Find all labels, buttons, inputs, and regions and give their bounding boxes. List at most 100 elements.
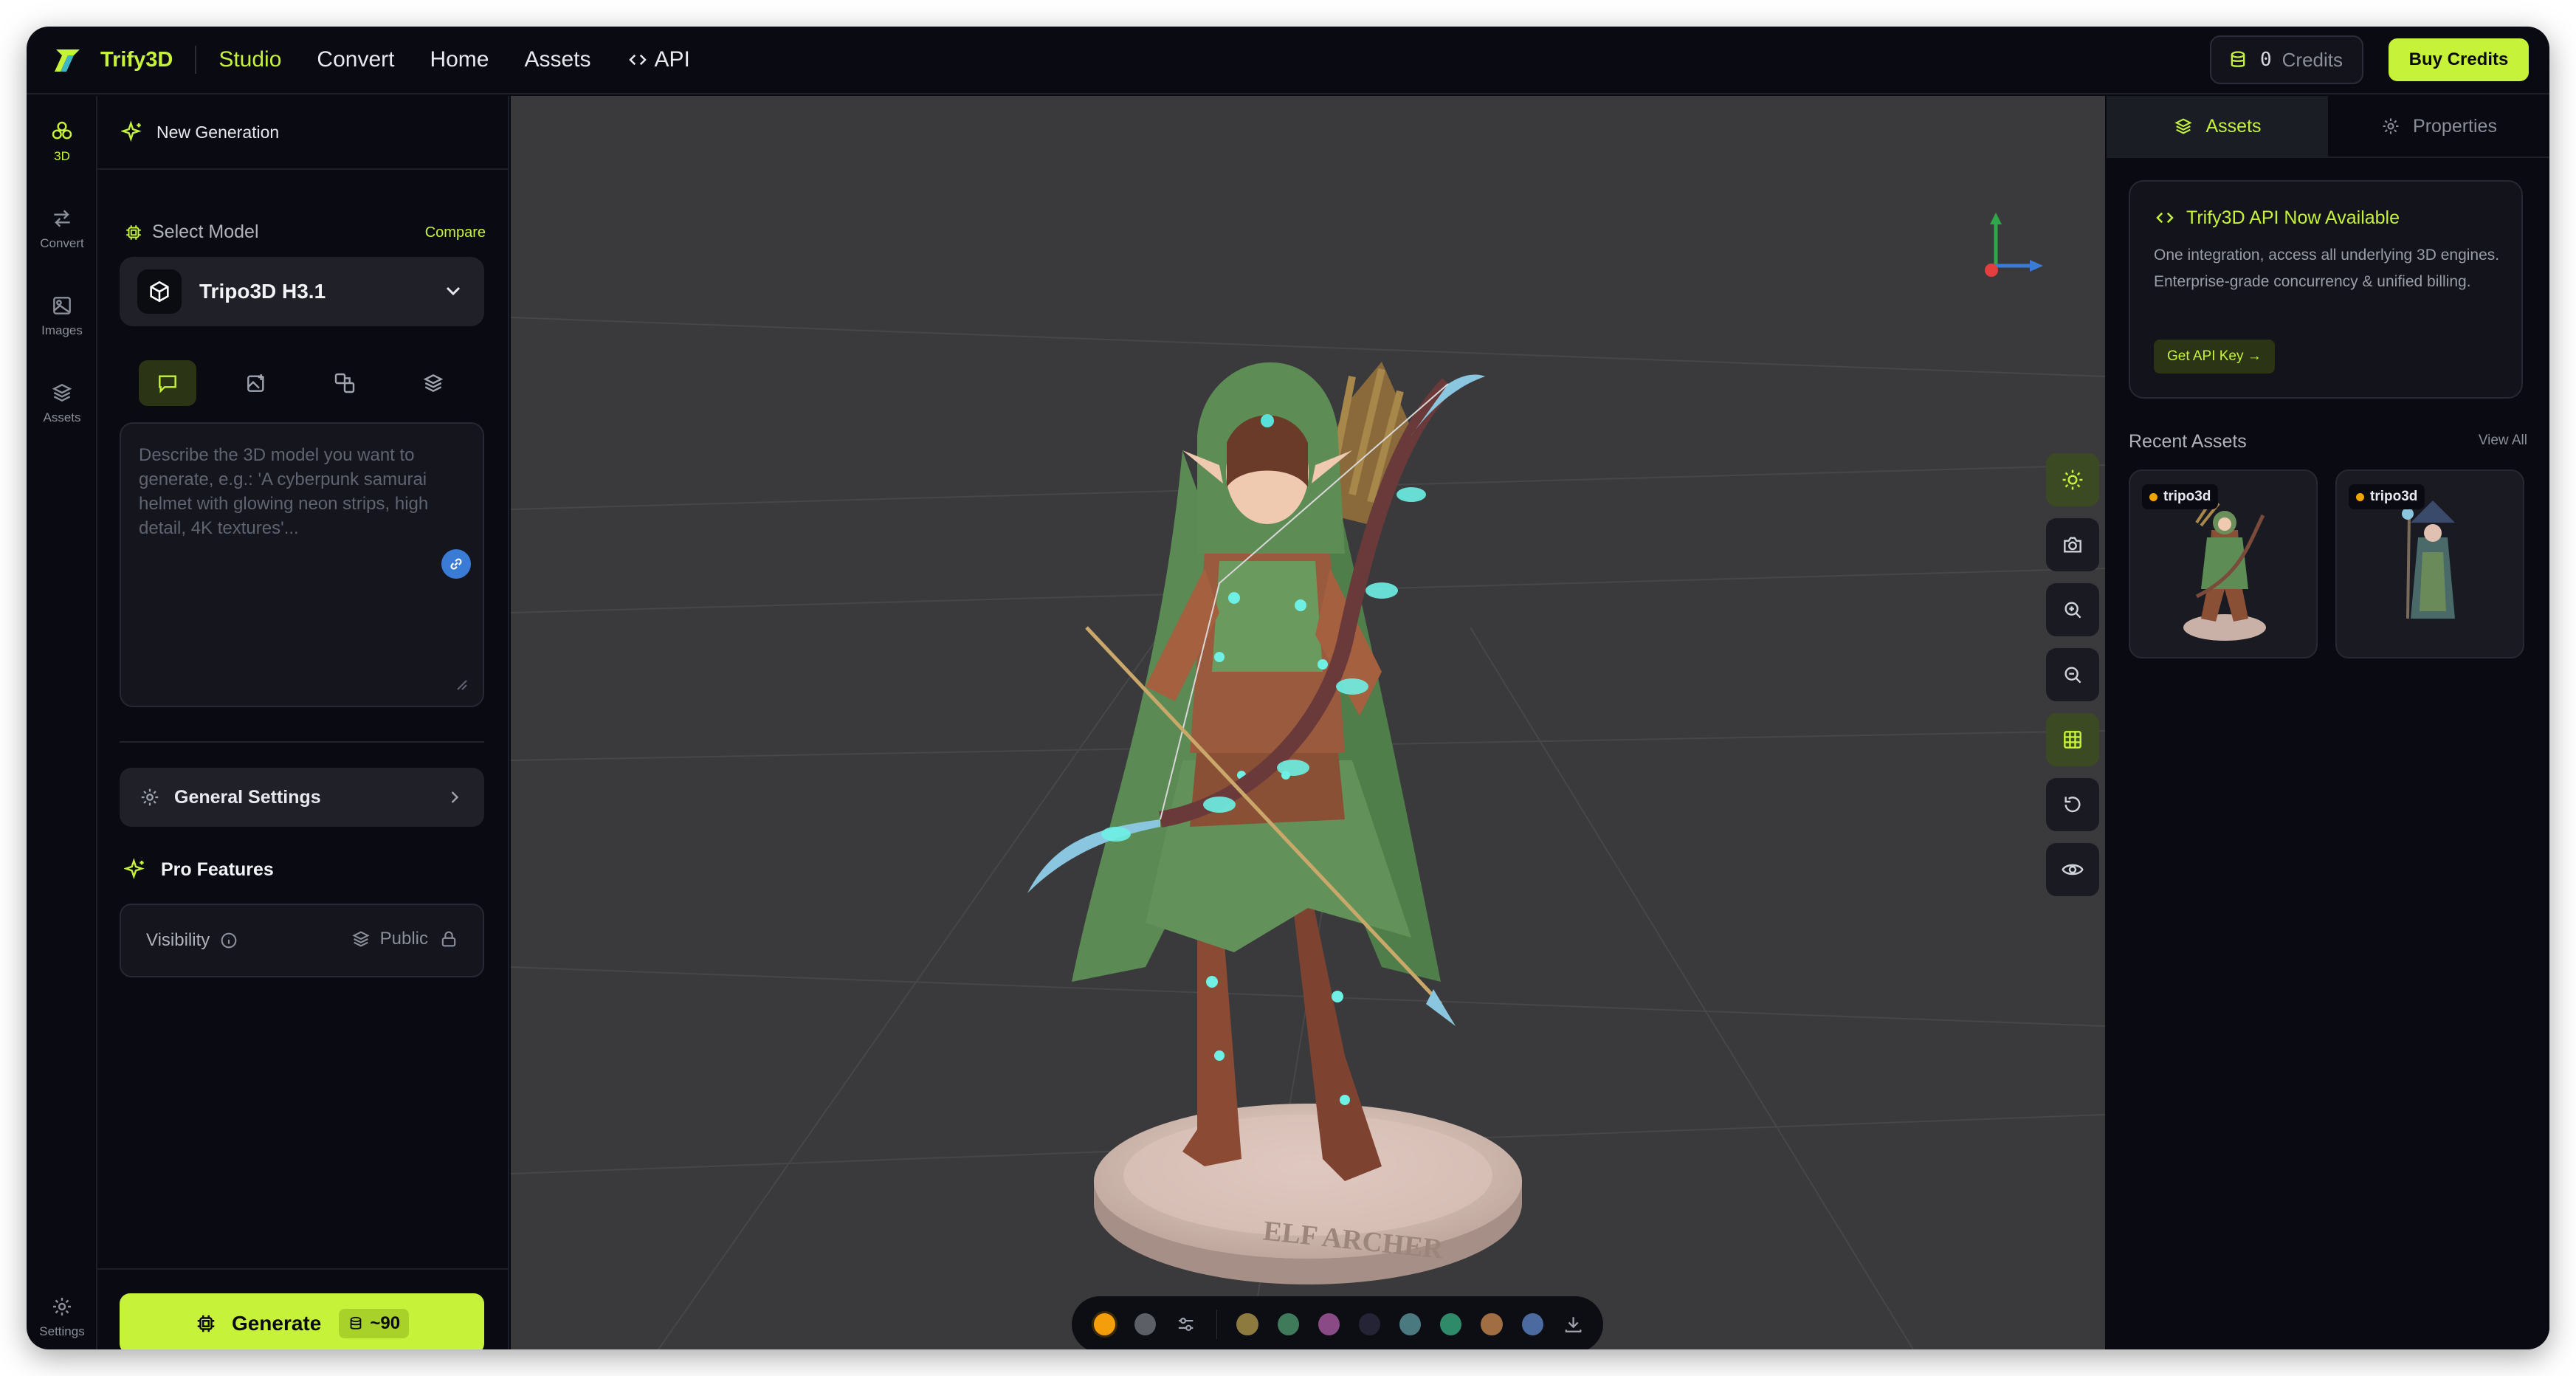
chevron-right-icon — [451, 791, 459, 803]
sparkle-icon — [124, 858, 145, 880]
tab-assets[interactable]: Assets — [2107, 96, 2328, 156]
code-icon — [2156, 212, 2174, 224]
link-icon — [450, 558, 462, 570]
light-icon — [2062, 469, 2083, 490]
grid-toggle-button[interactable] — [2046, 713, 2099, 766]
info-icon[interactable] — [218, 930, 239, 951]
text-prompt-icon — [159, 375, 176, 393]
zoom-in-icon — [2064, 602, 2081, 619]
rail-item-convert[interactable]: Convert — [27, 207, 97, 251]
prompt-box — [120, 422, 484, 707]
gear-icon — [2383, 118, 2399, 134]
screenshot-button[interactable] — [2046, 518, 2099, 571]
swatch-blue[interactable] — [1521, 1313, 1543, 1335]
model-select[interactable]: Tripo3D H3.1 — [120, 257, 484, 326]
asset-tag: tripo3d — [2142, 484, 2219, 509]
text-prompt-tab[interactable] — [139, 360, 196, 406]
visibility-toggle[interactable]: Public — [351, 929, 459, 949]
tab-assets-label: Assets — [2205, 115, 2262, 137]
image-upload-tab[interactable] — [227, 360, 285, 406]
asset-card[interactable]: tripo3d — [2335, 469, 2524, 658]
axis-gizmo[interactable] — [1980, 207, 2053, 281]
resize-handle-icon[interactable] — [455, 678, 468, 691]
zoom-out-icon — [2064, 667, 2081, 684]
swatch-olive[interactable] — [1236, 1313, 1258, 1335]
layers-icon — [52, 383, 72, 402]
nav-convert[interactable]: Convert — [317, 47, 394, 72]
nav-home[interactable]: Home — [430, 47, 489, 72]
cube-icon — [150, 281, 169, 303]
generate-button[interactable]: Generate ~90 — [120, 1293, 484, 1349]
reset-view-button[interactable] — [2046, 778, 2099, 831]
coins-icon — [2231, 51, 2245, 67]
app-window: Trify3D Studio Convert Home Assets API 0… — [27, 27, 2549, 1349]
tab-properties[interactable]: Properties — [2328, 96, 2549, 156]
asset-card[interactable]: tripo3d — [2129, 469, 2318, 658]
logo[interactable]: Trify3D — [52, 44, 173, 76]
prompt-input[interactable] — [121, 424, 483, 706]
view-all-link[interactable]: View All — [2479, 433, 2527, 449]
eye-icon — [2062, 864, 2084, 876]
chip-icon — [126, 224, 141, 240]
camera-icon — [2064, 537, 2081, 553]
elf-archer-model[interactable]: ELF ARCHER — [998, 317, 1633, 1299]
generate-label: Generate — [231, 1312, 322, 1335]
rail-item-images[interactable]: Images — [27, 294, 97, 338]
get-api-key-button[interactable]: Get API Key → — [2154, 340, 2275, 374]
status-dot — [2356, 492, 2364, 501]
cube-cluster-icon — [52, 121, 72, 140]
chevron-down-icon — [446, 286, 461, 296]
select-model-label: Select Model — [124, 221, 259, 243]
api-promo-title-text: Trify3D API Now Available — [2186, 207, 2400, 228]
generate-cost-badge: ~90 — [339, 1309, 410, 1338]
coins-icon — [351, 1316, 362, 1329]
compare-link[interactable]: Compare — [425, 224, 486, 241]
sliders-icon[interactable] — [1175, 1313, 1196, 1335]
nav-studio[interactable]: Studio — [218, 47, 281, 72]
swatch-teal[interactable] — [1399, 1313, 1422, 1335]
rail-item-label: Settings — [39, 1324, 85, 1338]
swatch-gray[interactable] — [1134, 1313, 1157, 1335]
rail-item-settings[interactable]: Settings — [27, 1295, 97, 1339]
layers-icon — [423, 374, 444, 393]
visibility-label: Visibility — [146, 930, 210, 950]
lock-icon — [441, 931, 456, 947]
status-dot — [2149, 492, 2157, 501]
swatch-green[interactable] — [1277, 1313, 1299, 1335]
swatch-emerald[interactable] — [1440, 1313, 1462, 1335]
nav-api-label: API — [654, 47, 690, 72]
swatch-bronze[interactable] — [1481, 1313, 1503, 1335]
nav-api[interactable]: API — [627, 47, 690, 72]
visibility-view-button[interactable] — [2046, 843, 2099, 896]
grid-icon — [2064, 731, 2081, 749]
light-button[interactable] — [2046, 453, 2099, 506]
zoom-in-button[interactable] — [2046, 583, 2099, 636]
link-button[interactable] — [441, 549, 471, 579]
general-settings-button[interactable]: General Settings — [120, 768, 484, 827]
section-divider — [120, 741, 484, 743]
asset-tag-label: tripo3d — [2163, 489, 2211, 504]
buy-credits-button[interactable]: Buy Credits — [2389, 38, 2529, 81]
rail-item-label: Convert — [40, 236, 84, 250]
new-generation-title: New Generation — [156, 122, 280, 142]
swatch-navy[interactable] — [1358, 1313, 1381, 1335]
download-icon[interactable] — [1563, 1313, 1584, 1335]
logo-icon — [55, 49, 80, 72]
credits-display[interactable]: 0 Credits — [2210, 35, 2363, 84]
image-icon — [53, 297, 71, 314]
model-name: Tripo3D H3.1 — [199, 280, 326, 303]
rail-item-assets[interactable]: Assets — [27, 381, 97, 425]
layers-tab[interactable] — [404, 360, 462, 406]
api-promo-card: Trify3D API Now Available One integratio… — [2129, 180, 2523, 399]
rail-item-3d[interactable]: 3D — [27, 120, 97, 164]
3d-viewport[interactable]: ELF ARCHER — [511, 96, 2105, 1349]
layers-icon — [351, 931, 370, 947]
nav-assets[interactable]: Assets — [524, 47, 590, 72]
zoom-out-button[interactable] — [2046, 648, 2099, 701]
swatch-purple[interactable] — [1318, 1313, 1340, 1335]
multi-image-tab[interactable] — [316, 360, 373, 406]
asset-tag: tripo3d — [2349, 484, 2425, 509]
input-mode-tabs — [139, 360, 464, 407]
swatch-orange[interactable] — [1094, 1313, 1116, 1335]
multi-image-icon — [334, 373, 355, 393]
